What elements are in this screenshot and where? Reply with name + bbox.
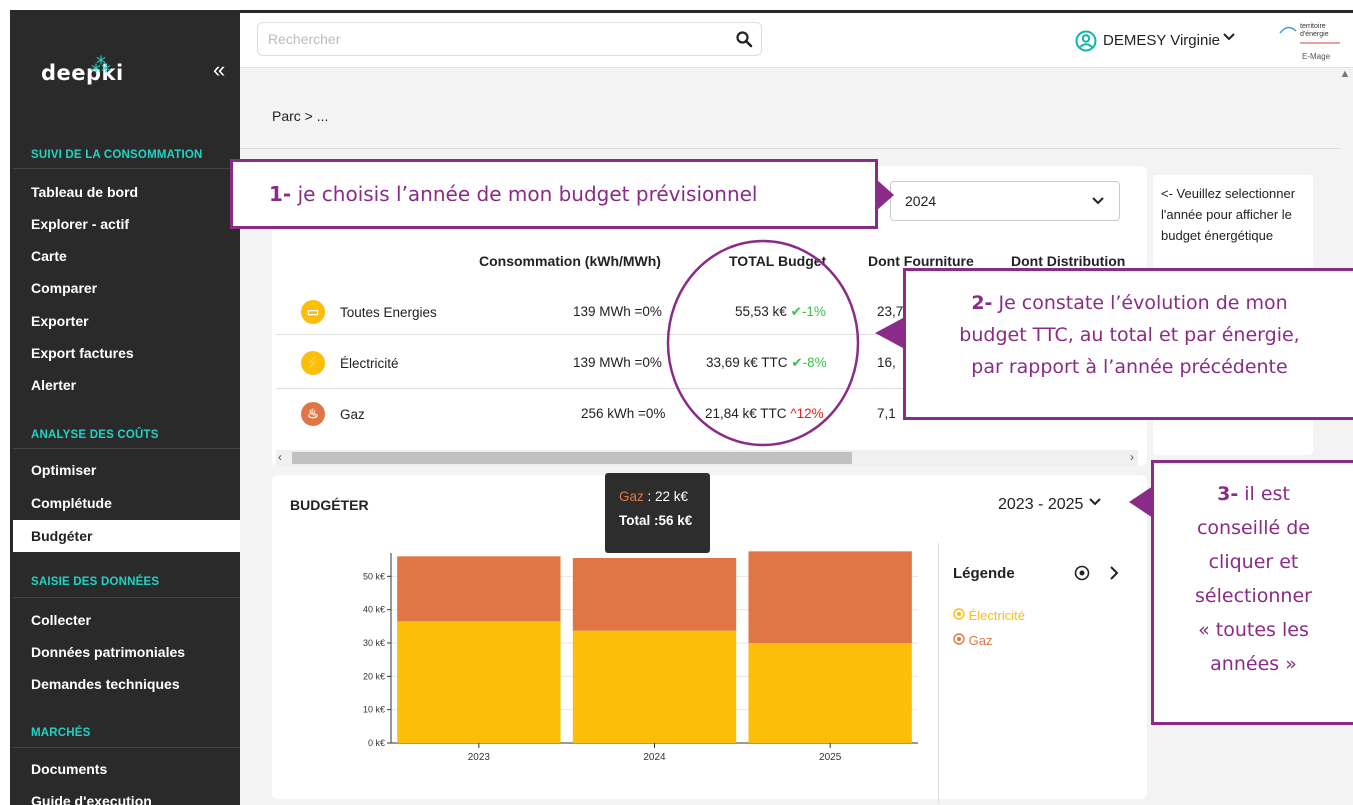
budget-chart: 0 k€ 10 k€ 20 k€ 30 k€ 40 k€ 50 k€ 2023 2024 202…: [363, 551, 918, 763]
year-select-value: 2024: [905, 193, 937, 209]
x-tick-label: 2025: [819, 752, 842, 763]
y-tick-label: 30 k€: [363, 638, 385, 648]
x-tick-label: 2024: [643, 752, 666, 763]
sidebar-item-alerter[interactable]: Alerter: [13, 369, 240, 401]
chevron-down-icon: [1091, 182, 1105, 234]
collapse-sidebar-button[interactable]: «: [213, 57, 225, 83]
chart-title: BUDGÉTER: [290, 497, 369, 513]
row-fourniture: 23,7: [877, 304, 904, 319]
svg-text:d'énergie: d'énergie: [1300, 31, 1329, 38]
chevron-down-icon: [1089, 498, 1101, 506]
row-consumption: 139 MWh =0%: [573, 304, 662, 319]
sidebar-item-comparer[interactable]: Comparer: [13, 272, 240, 304]
y-tick-label: 40 k€: [363, 605, 385, 615]
callout-2-arrow: [875, 318, 903, 348]
sidebar-item-carte[interactable]: Carte: [13, 240, 240, 272]
highlight-circle: [666, 239, 860, 447]
user-name[interactable]: DEMESY Virginie: [1103, 32, 1220, 49]
chart-legend: Légende Électricité Gaz: [938, 543, 1138, 803]
year-select[interactable]: 2024: [890, 181, 1120, 221]
sidebar-item-export-factures[interactable]: Export factures: [13, 337, 240, 369]
sidebar: deepki ⁂ « SUIVI DE LA CONSOMMATION Tabl…: [13, 13, 240, 805]
legend-radio-icon: [953, 608, 965, 620]
row-consumption: 139 MWh =0%: [573, 355, 662, 370]
search-placeholder: Rechercher: [268, 31, 341, 47]
callout-1-arrow: [876, 179, 894, 211]
chart-tooltip: Gaz : 22 k€ Total :56 k€: [605, 473, 710, 553]
svg-text:territoire: territoire: [1300, 23, 1326, 30]
section-suivi: SUIVI DE LA CONSOMMATION: [31, 149, 203, 161]
row-consumption: 256 kWh =0%: [581, 406, 666, 421]
sidebar-item-tableau-de-bord[interactable]: Tableau de bord: [13, 176, 240, 208]
user-avatar-icon[interactable]: [1075, 30, 1097, 52]
legend-next-icon[interactable]: [1107, 565, 1121, 581]
y-tick-label: 0 k€: [368, 738, 385, 748]
row-fourniture: 7,1: [877, 406, 896, 421]
bar-electricite: [748, 643, 912, 743]
bar-gaz: [748, 551, 912, 643]
brand-logo: territoire d'énergie E-Mage: [1272, 19, 1347, 63]
header-fourniture: Dont Fourniture: [868, 253, 974, 269]
bar-electricite: [572, 630, 737, 743]
app-window: deepki ⁂ « SUIVI DE LA CONSOMMATION Tabl…: [10, 10, 1353, 805]
page-scroll-up-arrow[interactable]: ▲: [1337, 68, 1353, 98]
x-tick-label: 2023: [468, 752, 491, 763]
topbar: Rechercher DEMESY Virginie territoire d'…: [240, 13, 1353, 68]
header-consommation: Consommation (kWh/MWh): [479, 253, 661, 269]
row-label-gaz: Gaz: [340, 407, 365, 422]
search-icon[interactable]: [735, 30, 753, 48]
header-distribution: Dont Distribution: [1011, 253, 1126, 269]
legend-item-electricite[interactable]: Électricité: [953, 608, 1025, 623]
table-horizontal-scrollbar[interactable]: ‹ ›: [276, 450, 1138, 466]
svg-text:E-Mage: E-Mage: [1302, 52, 1331, 61]
section-saisie: SAISIE DES DONNÉES: [31, 576, 160, 588]
search-input[interactable]: Rechercher: [257, 22, 762, 56]
sidebar-item-completude[interactable]: Complétude: [13, 487, 240, 519]
breadcrumb[interactable]: Parc > ...: [272, 108, 328, 124]
user-menu-chevron-icon[interactable]: [1222, 30, 1236, 48]
flame-icon: ♨: [301, 402, 325, 426]
bar-electricite: [397, 621, 561, 743]
logo-sparkle-icon: ⁂: [91, 55, 111, 77]
lightning-icon: ⚡: [301, 351, 325, 375]
y-tick-label: 20 k€: [363, 671, 385, 681]
legend-target-icon[interactable]: [1074, 565, 1090, 581]
sidebar-item-optimiser[interactable]: Optimiser: [13, 454, 240, 486]
tooltip-total: Total :56 k€: [619, 513, 693, 528]
money-icon: ▭: [301, 300, 325, 324]
sidebar-item-budgeter[interactable]: Budgéter: [13, 520, 240, 552]
bar-gaz: [572, 558, 737, 631]
tooltip-series: Gaz: [619, 489, 644, 504]
section-marches: MARCHÉS: [31, 727, 91, 739]
callout-3-arrow: [1129, 486, 1153, 518]
y-tick-label: 10 k€: [363, 705, 385, 715]
sidebar-item-exporter[interactable]: Exporter: [13, 305, 240, 337]
callout-3: 3- il est conseillé de cliquer et sélect…: [1151, 460, 1353, 725]
sidebar-item-documents[interactable]: Documents: [13, 753, 240, 785]
legend-item-gaz[interactable]: Gaz: [953, 633, 992, 648]
logo: deepki: [41, 61, 124, 85]
period-select[interactable]: 2023 - 2025: [998, 495, 1102, 514]
legend-radio-icon: [953, 633, 965, 645]
sidebar-item-demandes-techniques[interactable]: Demandes techniques: [13, 668, 240, 700]
scroll-left-icon: ‹: [278, 450, 282, 464]
tooltip-value: : 22 k€: [643, 489, 689, 504]
row-label-electricite: Électricité: [340, 356, 399, 371]
row-label-toutes-energies: Toutes Energies: [340, 305, 437, 320]
year-hint-text: <- Veuillez selectionner l'année pour af…: [1161, 186, 1296, 243]
y-tick-label: 50 k€: [363, 571, 385, 581]
section-analyse: ANALYSE DES COÛTS: [31, 429, 159, 441]
sidebar-item-explorer[interactable]: Explorer - actif: [13, 208, 240, 240]
scroll-right-icon: ›: [1130, 450, 1134, 464]
sidebar-item-collecter[interactable]: Collecter: [13, 604, 240, 636]
legend-title: Légende: [953, 565, 1015, 582]
callout-2: 2- Je constate l’évolution de mon budget…: [903, 268, 1353, 420]
row-fourniture: 16,: [877, 355, 896, 370]
callout-1: 1- je choisis l’année de mon budget prév…: [230, 159, 878, 229]
sidebar-item-guide-execution[interactable]: Guide d'execution: [13, 785, 240, 805]
bar-gaz: [397, 556, 561, 622]
sidebar-item-donnees-patrimoniales[interactable]: Données patrimoniales: [13, 636, 240, 668]
scrollbar-thumb[interactable]: [292, 452, 852, 464]
